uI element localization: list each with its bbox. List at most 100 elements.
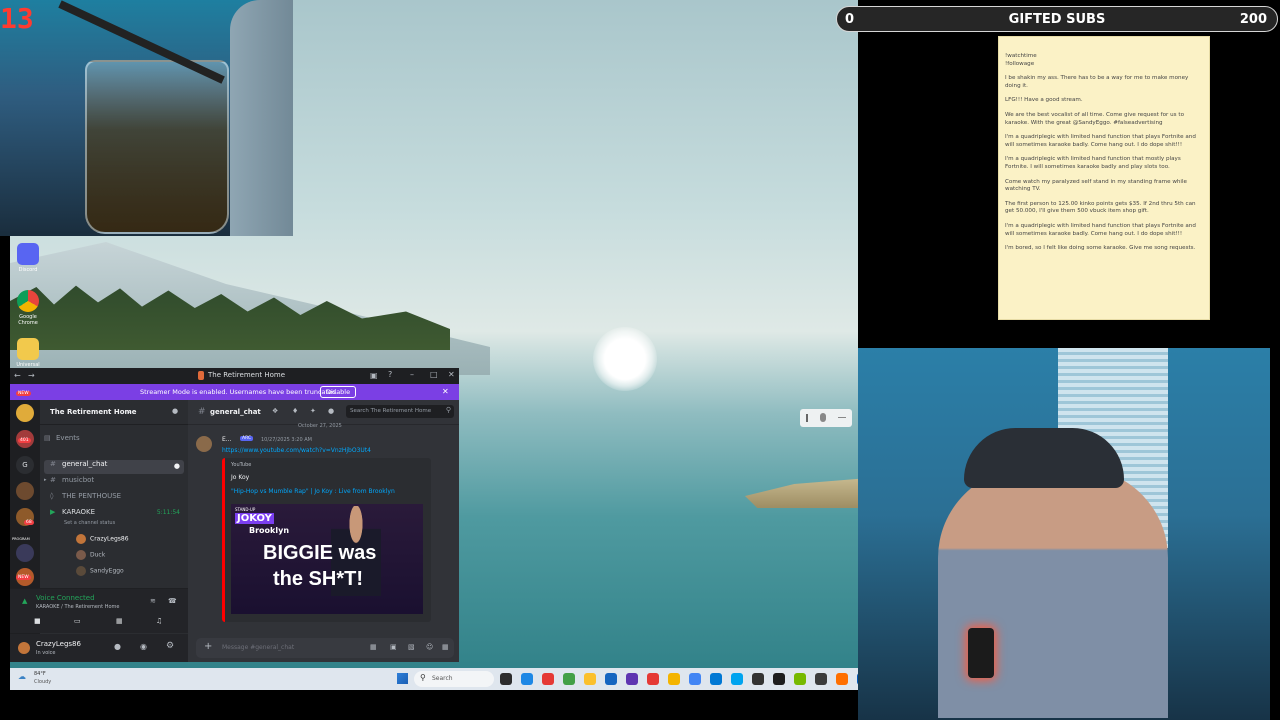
taskbar-app-icon[interactable] bbox=[815, 673, 827, 685]
taskbar-app-icon[interactable] bbox=[626, 673, 638, 685]
apps-icon[interactable]: ▦ bbox=[442, 643, 449, 651]
chrome-icon bbox=[17, 290, 39, 312]
channel-penthouse[interactable]: ◊ THE PENTHOUSE bbox=[44, 492, 184, 506]
chevron-down-icon[interactable]: ⌄ bbox=[126, 407, 132, 415]
embed-title[interactable]: "Hip-Hop vs Mumble Rap" | Jo Koy : Live … bbox=[231, 488, 395, 495]
avatar[interactable] bbox=[18, 642, 30, 654]
noise-suppression-icon[interactable]: ≋ bbox=[150, 597, 156, 605]
gif-icon[interactable]: ▣ bbox=[390, 643, 397, 651]
voice-panel: ▲ Voice Connected KARAOKE / The Retireme… bbox=[10, 588, 188, 633]
channel-status-hint[interactable]: Set a channel status bbox=[64, 520, 115, 526]
soundboard-icon[interactable]: ♫ bbox=[156, 617, 162, 625]
taskbar-app-icon[interactable] bbox=[794, 673, 806, 685]
desktop-icon-universal[interactable]: Universal bbox=[12, 338, 44, 368]
windows-start-icon[interactable] bbox=[397, 673, 408, 684]
minimize-window-icon[interactable]: – bbox=[410, 370, 414, 379]
maximize-window-icon[interactable]: □ bbox=[430, 370, 438, 379]
disable-button[interactable]: Disable bbox=[320, 386, 357, 398]
thumb-brand: JOKOY bbox=[235, 513, 274, 524]
threads-icon[interactable]: ❖ bbox=[272, 407, 278, 415]
close-window-icon[interactable]: ✕ bbox=[448, 370, 455, 379]
add-member-icon[interactable]: ● bbox=[172, 407, 178, 415]
inbox-icon[interactable]: ▣ bbox=[370, 371, 378, 380]
screen-share-icon[interactable]: ▭ bbox=[74, 617, 81, 625]
microphone-icon[interactable]: ● bbox=[114, 642, 121, 651]
voice-connected-label[interactable]: Voice Connected bbox=[36, 594, 95, 602]
message-author[interactable]: E... bbox=[222, 436, 232, 443]
desktop-icon-discord[interactable]: Discord bbox=[12, 243, 44, 273]
note-line: LFG!!! Have a good stream. bbox=[1005, 97, 1083, 104]
username[interactable]: CrazyLegs86 bbox=[36, 640, 81, 648]
hashtag-icon: # bbox=[198, 407, 206, 417]
disconnect-icon[interactable]: ☎ bbox=[168, 597, 177, 605]
forward-arrow-icon[interactable]: → bbox=[28, 371, 35, 380]
taskbar-app-icon[interactable] bbox=[584, 673, 596, 685]
streamer-mode-banner: Streamer Mode is enabled. Usernames have… bbox=[10, 384, 459, 400]
desktop-icon-chrome[interactable]: Google Chrome bbox=[12, 290, 44, 326]
server-icon[interactable] bbox=[16, 482, 34, 500]
channel-general-chat[interactable]: # general_chat ● bbox=[44, 460, 184, 474]
back-arrow-icon[interactable]: ← bbox=[14, 371, 21, 380]
taskbar-app-icon[interactable] bbox=[563, 673, 575, 685]
pin-icon[interactable]: ✦ bbox=[310, 407, 316, 415]
voice-user[interactable]: Duck bbox=[76, 550, 105, 560]
gear-icon[interactable]: ⚙ bbox=[166, 641, 174, 651]
add-member-icon[interactable]: ● bbox=[174, 462, 180, 470]
activities-icon[interactable]: ▦ bbox=[116, 617, 123, 625]
weather-temp[interactable]: 84°F bbox=[34, 671, 46, 677]
server-icon[interactable] bbox=[16, 404, 34, 422]
thumb-line-1: BIGGIE was bbox=[263, 542, 377, 564]
taskbar-app-icon[interactable] bbox=[773, 673, 785, 685]
voice-location[interactable]: KARAOKE / The Retirement Home bbox=[36, 604, 119, 610]
embed-author[interactable]: Jo Koy bbox=[231, 474, 249, 481]
taskbar-app-icon[interactable] bbox=[752, 673, 764, 685]
avatar bbox=[76, 566, 86, 576]
voice-user[interactable]: SandyEggo bbox=[76, 566, 124, 576]
emoji-icon[interactable]: ☺ bbox=[426, 643, 433, 651]
headphones-icon[interactable]: ◉ bbox=[140, 642, 147, 651]
taskbar-app-icon[interactable] bbox=[668, 673, 680, 685]
taskbar-app-icon[interactable] bbox=[710, 673, 722, 685]
microphone-icon[interactable] bbox=[820, 413, 826, 422]
taskbar-app-icon[interactable] bbox=[647, 673, 659, 685]
bell-icon[interactable]: ♦ bbox=[292, 407, 298, 415]
add-attachment-icon[interactable]: + bbox=[204, 641, 212, 652]
taskbar-app-icon[interactable] bbox=[836, 673, 848, 685]
voice-user[interactable]: CrazyLegs86 bbox=[76, 534, 129, 544]
sticker-icon[interactable]: ▧ bbox=[408, 643, 415, 651]
taskbar-app-icon[interactable] bbox=[542, 673, 554, 685]
discord-titlebar[interactable]: ← → The Retirement Home ▣ ? – □ ✕ bbox=[10, 368, 459, 384]
server-header[interactable]: The Retirement Home ⌄ ● bbox=[40, 400, 188, 425]
help-icon[interactable]: ? bbox=[388, 370, 392, 379]
camera-icon[interactable]: ■ bbox=[34, 617, 41, 625]
new-badge: NEW bbox=[16, 391, 31, 396]
note-line: Come watch my paralyzed self stand in my… bbox=[1005, 178, 1187, 193]
taskbar-app-icon[interactable] bbox=[605, 673, 617, 685]
discord-window[interactable]: ← → The Retirement Home ▣ ? – □ ✕ Stream… bbox=[10, 368, 459, 662]
events-item[interactable]: ▤ Events bbox=[44, 434, 184, 448]
taskbar-app-icon[interactable] bbox=[689, 673, 701, 685]
avatar[interactable] bbox=[196, 436, 212, 452]
notes-panel[interactable]: !watchtime !followage I be shakin my ass… bbox=[998, 36, 1210, 320]
taskbar-app-icon[interactable] bbox=[731, 673, 743, 685]
members-icon[interactable]: ● bbox=[328, 407, 334, 415]
server-icon[interactable] bbox=[16, 544, 34, 562]
mini-toolbar[interactable] bbox=[800, 409, 852, 427]
message-timestamp: 10/27/2025 3:20 AM bbox=[261, 437, 312, 443]
search-icon[interactable]: ⚲ bbox=[446, 406, 451, 414]
message-input[interactable]: + Message #general_chat ▦ ▣ ▧ ☺ ▦ bbox=[196, 638, 454, 658]
server-initial[interactable]: G bbox=[16, 456, 34, 474]
taskbar-app-icon[interactable] bbox=[521, 673, 533, 685]
minimize-icon[interactable] bbox=[838, 417, 846, 418]
gift-icon[interactable]: ▦ bbox=[370, 643, 377, 651]
drag-handle-icon[interactable] bbox=[806, 414, 808, 422]
banner-close-icon[interactable]: ✕ bbox=[442, 387, 449, 396]
chat-area: # general_chat ❖ ♦ ✦ ● Search The Retire… bbox=[188, 400, 459, 662]
channel-musicbot[interactable]: ▸ # musicbot bbox=[44, 476, 184, 490]
search-box[interactable]: Search The Retirement Home ⚲ bbox=[346, 405, 454, 418]
taskbar-search[interactable]: ⚲ Search bbox=[414, 671, 494, 687]
message-link[interactable]: https://www.youtube.com/watch?v=VnzHjbO3… bbox=[222, 447, 371, 454]
taskbar-app-icon[interactable] bbox=[500, 673, 512, 685]
weather-icon[interactable]: ☁ bbox=[18, 672, 26, 681]
video-thumbnail[interactable]: STAND-UP JOKOY Brooklyn BIGGIE was the S… bbox=[231, 504, 423, 614]
